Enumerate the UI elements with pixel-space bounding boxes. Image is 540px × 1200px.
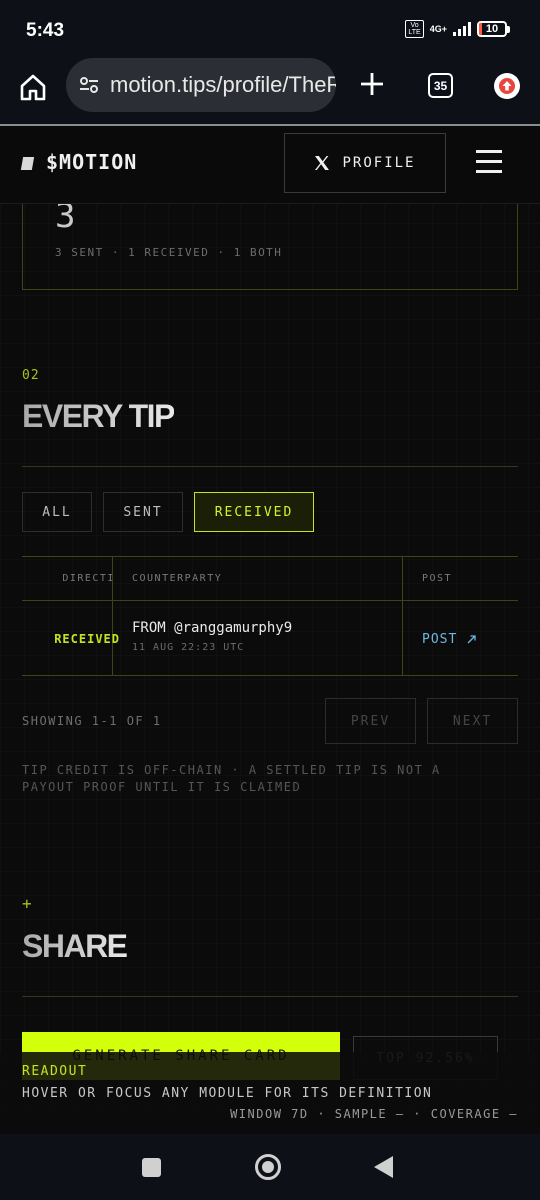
status-time: 5:43 bbox=[26, 20, 65, 41]
tips-table: DIRECTION COUNTERPARTY POST RECEIVED FRO… bbox=[22, 556, 518, 676]
update-icon[interactable] bbox=[494, 73, 520, 99]
site-header: $MOTION PROFILE bbox=[0, 126, 540, 204]
address-bar[interactable]: motion.tips/profile/TheRealMotion bbox=[66, 58, 336, 112]
home-circle-icon[interactable] bbox=[255, 1154, 281, 1180]
hamburger-icon[interactable] bbox=[476, 150, 502, 174]
tip-timestamp: 11 AUG 22:23 UTC bbox=[132, 642, 245, 653]
stats-value: 3 bbox=[55, 204, 76, 236]
site-logo[interactable]: $MOTION bbox=[46, 150, 137, 174]
column-header-counterparty: COUNTERPARTY bbox=[112, 557, 402, 601]
filter-all-button[interactable]: ALL bbox=[22, 492, 92, 532]
readout-panel: READOUT HOVER OR FOCUS ANY MODULE FOR IT… bbox=[0, 1052, 540, 1134]
section-number: 02 bbox=[22, 368, 40, 383]
next-page-button[interactable]: NEXT bbox=[427, 698, 518, 744]
system-nav-bar bbox=[0, 1134, 540, 1200]
section-title-share: SHARE bbox=[22, 928, 128, 964]
status-bar: 5:43 Vo LTE 4G+ 10 bbox=[0, 0, 540, 58]
section-divider bbox=[22, 996, 518, 997]
direction-cell: RECEIVED bbox=[54, 632, 120, 646]
filter-sent-button[interactable]: SENT bbox=[103, 492, 183, 532]
logo-mark-icon bbox=[20, 157, 35, 170]
column-header-direction: DIRECTION bbox=[22, 557, 112, 601]
profile-button-label: PROFILE bbox=[342, 155, 416, 171]
readout-text: HOVER OR FOCUS ANY MODULE FOR ITS DEFINI… bbox=[22, 1086, 433, 1101]
counterparty-cell: FROM @ranggamurphy9 11 AUG 22:23 UTC bbox=[112, 602, 402, 675]
section-marker-plus: + bbox=[22, 894, 32, 913]
volte-icon: Vo LTE bbox=[405, 20, 424, 38]
prev-page-button[interactable]: PREV bbox=[325, 698, 416, 744]
page-content: 3 3 SENT · 1 RECEIVED · 1 BOTH 02 EVERY … bbox=[0, 204, 540, 1112]
readout-meta: WINDOW 7D · SAMPLE — · COVERAGE — bbox=[230, 1107, 518, 1121]
section-divider bbox=[22, 466, 518, 467]
section-title-every-tip: EVERY TIP bbox=[22, 398, 175, 434]
site-settings-icon[interactable] bbox=[78, 74, 100, 96]
post-link[interactable]: POST bbox=[402, 602, 518, 675]
plus-icon[interactable] bbox=[356, 68, 388, 100]
recents-icon[interactable] bbox=[142, 1158, 161, 1177]
arrow-up-right-icon bbox=[467, 634, 476, 643]
x-profile-button[interactable]: PROFILE bbox=[284, 133, 446, 193]
counterparty-name[interactable]: FROM @ranggamurphy9 bbox=[132, 620, 402, 636]
browser-toolbar: motion.tips/profile/TheRealMotion 35 bbox=[0, 58, 540, 124]
tab-count-icon[interactable]: 35 bbox=[428, 73, 453, 98]
column-header-post: POST bbox=[402, 557, 518, 601]
x-logo-icon bbox=[315, 156, 330, 170]
tip-credit-disclaimer: TIP CREDIT IS OFF-CHAIN · A SETTLED TIP … bbox=[22, 763, 441, 794]
home-icon[interactable] bbox=[18, 72, 48, 102]
back-icon[interactable] bbox=[374, 1156, 393, 1178]
signal-icon bbox=[453, 22, 471, 36]
update-arrow-icon bbox=[499, 78, 515, 94]
stats-detail: 3 SENT · 1 RECEIVED · 1 BOTH bbox=[55, 246, 283, 259]
readout-label: READOUT bbox=[22, 1064, 88, 1079]
battery-icon: 10 bbox=[477, 21, 510, 37]
pagination-summary: SHOWING 1-1 OF 1 bbox=[22, 714, 162, 728]
battery-text: 10 bbox=[485, 23, 499, 35]
stats-card: 3 3 SENT · 1 RECEIVED · 1 BOTH bbox=[22, 204, 518, 290]
network-type: 4G+ bbox=[429, 23, 447, 34]
post-link-label: POST bbox=[422, 631, 458, 647]
status-icons: Vo LTE 4G+ 10 bbox=[405, 20, 510, 38]
url-text[interactable]: motion.tips/profile/TheRealMotion bbox=[110, 72, 336, 98]
filter-received-button[interactable]: RECEIVED bbox=[194, 492, 314, 532]
